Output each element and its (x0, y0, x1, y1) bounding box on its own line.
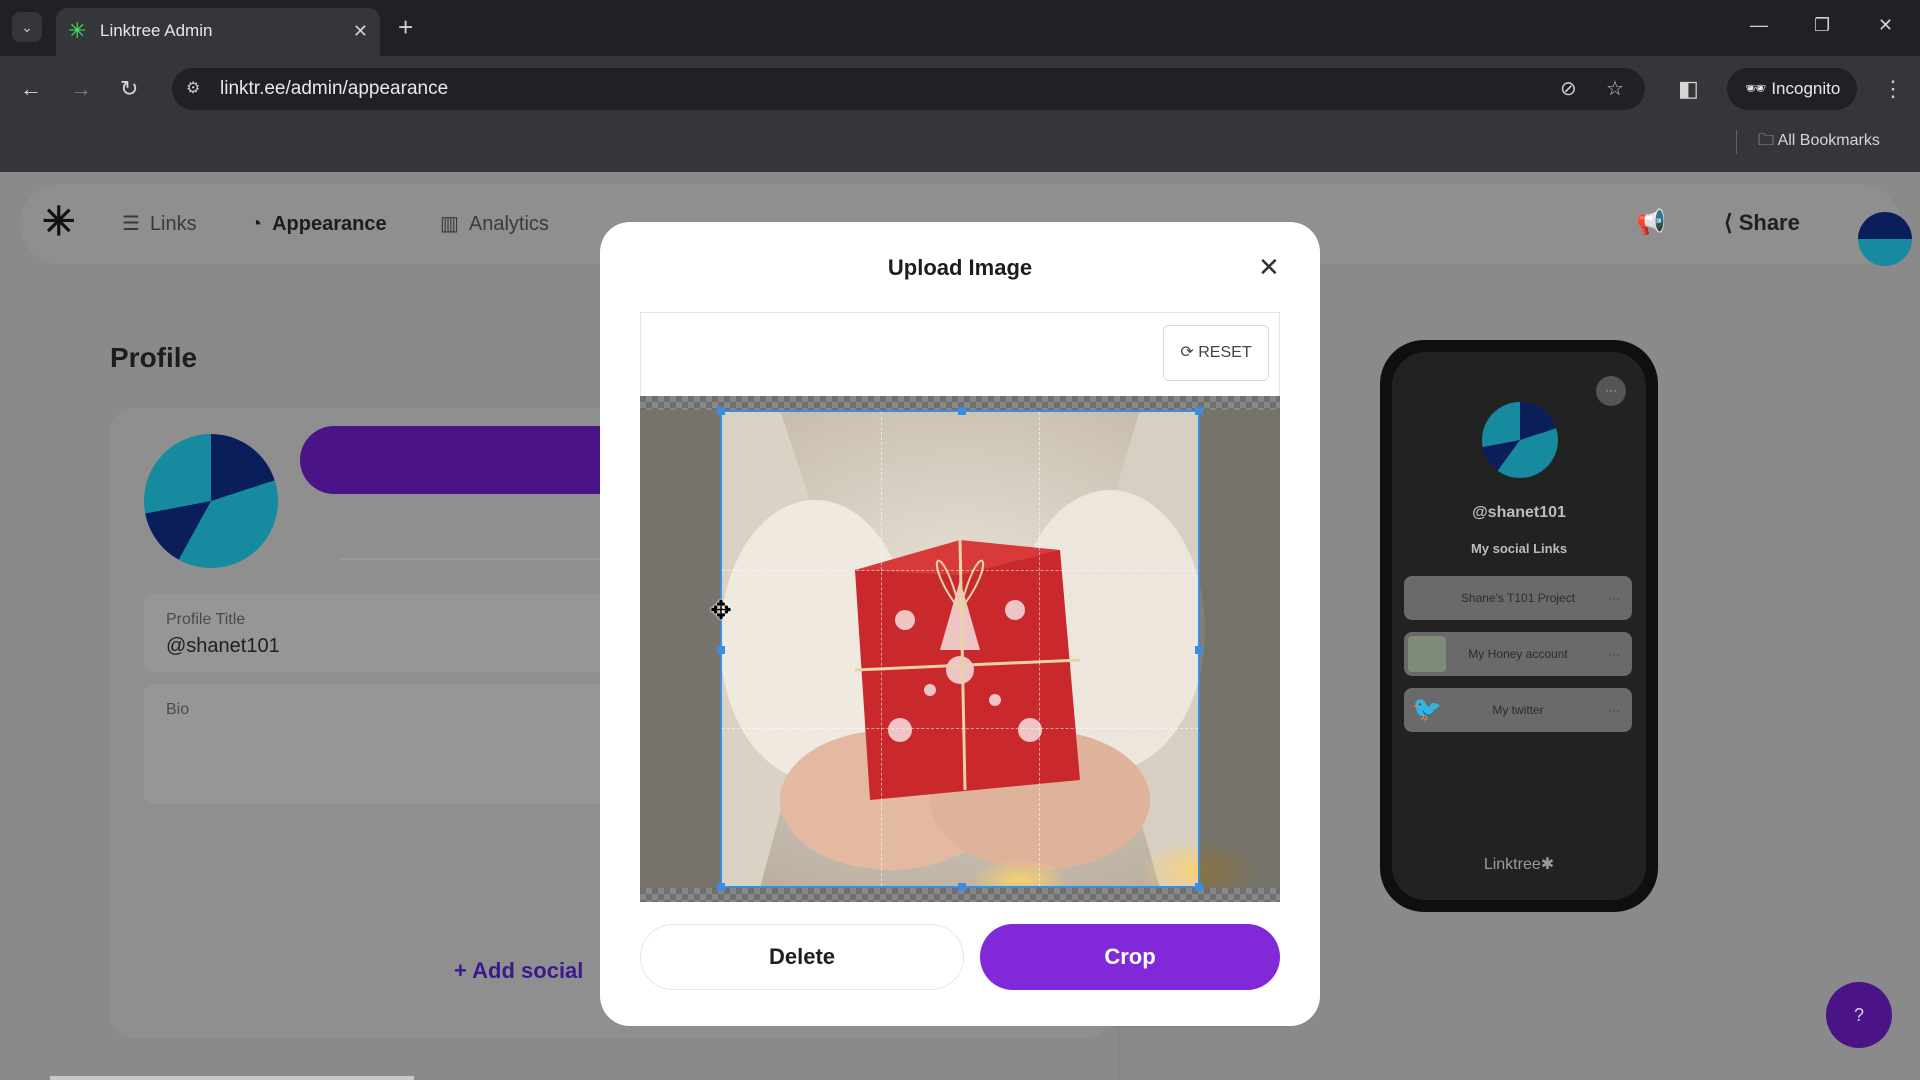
crop-handle-n[interactable] (958, 407, 966, 415)
preview-avatar (1482, 402, 1558, 478)
preview-link-label: My twitter (1492, 703, 1544, 717)
crop-guide (1039, 412, 1041, 886)
close-tab-icon[interactable]: ✕ (353, 20, 368, 42)
add-social-button[interactable]: + Add social (454, 956, 583, 986)
crop-outside-right (1200, 410, 1280, 888)
site-settings-icon[interactable]: ⚙ (186, 78, 200, 100)
crop-guide (722, 727, 1198, 729)
crop-handle-se[interactable] (1195, 883, 1203, 891)
url-text[interactable]: linktr.ee/admin/appearance (220, 78, 448, 100)
share-button[interactable]: ⟨ Share (1724, 208, 1800, 238)
linktree-asterisk-icon: ✳ (68, 18, 87, 43)
tab-title: Linktree Admin (100, 21, 213, 40)
preview-link-label: My Honey account (1468, 647, 1568, 661)
reload-icon[interactable]: ↻ (120, 76, 138, 102)
back-icon[interactable]: ← (20, 76, 42, 102)
browser-tab[interactable]: ✳ Linktree Admin ✕ (56, 8, 380, 56)
browser-menu-icon[interactable]: ⋮ (1882, 76, 1904, 102)
share-icon: ⟨ (1724, 210, 1739, 235)
forward-icon[interactable]: → (70, 76, 92, 102)
move-cursor-icon: ✥ (710, 595, 732, 625)
browser-toolbar: ← → ↻ ⚙ linktr.ee/admin/appearance ⊘ ☆ ◧… (0, 56, 1920, 172)
nav-item-label: Appearance (272, 213, 387, 235)
profile-section-title: Profile (110, 342, 198, 373)
crop-handle-w[interactable] (717, 646, 725, 654)
link-options-icon[interactable]: ··· (1608, 632, 1620, 676)
crop-handle-s[interactable] (958, 883, 966, 891)
crop-button[interactable]: Crop (980, 924, 1280, 990)
preview-link[interactable]: Shane's T101 Project ··· (1404, 576, 1632, 620)
preview-handle: @shanet101 (1472, 504, 1566, 521)
crop-toolbar: ⟳ RESET (640, 312, 1280, 396)
eye-off-icon[interactable]: ⊘ (1560, 77, 1577, 101)
phone-preview: ··· @shanet101 My social Links Shane's T… (1380, 340, 1658, 912)
crop-canvas[interactable]: ✥ (640, 396, 1280, 902)
upload-image-modal: Upload Image ✕ ⟳ RESET ✥ Delete Crop (600, 222, 1320, 1026)
refresh-icon: ⟳ (1180, 344, 1199, 361)
crop-guide (880, 412, 882, 886)
link-options-icon[interactable]: ··· (1608, 688, 1620, 732)
preview-brand: Linktree✱ (1483, 856, 1555, 873)
reset-label: RESET (1198, 344, 1252, 361)
share-label: Share (1738, 210, 1800, 235)
bio-label: Bio (166, 701, 190, 718)
phone-screen: ··· @shanet101 My social Links Shane's T… (1392, 352, 1646, 900)
page-scroll-indicator (50, 1076, 414, 1080)
bookmarks-divider (1736, 130, 1737, 154)
folder-icon: 🗀 (1758, 132, 1778, 149)
preview-link-label: Shane's T101 Project (1460, 591, 1576, 605)
plus-icon: + (454, 958, 473, 983)
profile-avatar (144, 434, 278, 568)
tab-search-button[interactable]: ⌄ (12, 12, 42, 42)
all-bookmarks-label: All Bookmarks (1777, 132, 1880, 149)
incognito-indicator[interactable]: 🕶 Incognito (1727, 68, 1857, 110)
incognito-icon: 🕶 (1745, 79, 1772, 98)
all-bookmarks[interactable]: 🗀 All Bookmarks (1758, 128, 1880, 154)
profile-title-value: @shanet101 (166, 635, 280, 657)
nav-item-links[interactable]: ☰ Links (122, 210, 197, 238)
nav-item-analytics[interactable]: ▥ Analytics (440, 210, 549, 238)
shapes-icon: ◔ (250, 213, 263, 235)
modal-title: Upload Image (887, 255, 1033, 280)
bookmark-star-icon[interactable]: ☆ (1606, 77, 1624, 101)
crop-selection-box[interactable] (717, 407, 1203, 891)
add-social-label: Add social (472, 958, 584, 983)
delete-button[interactable]: Delete (640, 924, 964, 990)
preview-subtitle: My social Links (1470, 541, 1568, 556)
crop-guide (722, 569, 1198, 571)
list-icon: ☰ (122, 213, 140, 235)
link-options-icon[interactable]: ··· (1608, 576, 1620, 620)
close-window-button[interactable]: ✕ (1878, 14, 1893, 36)
minimize-button[interactable]: — (1750, 14, 1768, 36)
crop-handle-ne[interactable] (1195, 407, 1203, 415)
close-icon[interactable]: ✕ (1258, 252, 1280, 282)
crop-handle-e[interactable] (1195, 646, 1203, 654)
more-options-icon[interactable]: ··· (1596, 376, 1626, 406)
reset-button[interactable]: ⟳ RESET (1163, 325, 1269, 381)
side-panel-icon[interactable]: ◧ (1678, 76, 1699, 102)
help-button[interactable]: ? (1826, 982, 1892, 1048)
preview-link[interactable]: My Honey account ··· (1404, 632, 1632, 676)
profile-title-label: Profile Title (166, 611, 246, 628)
preview-link[interactable]: 🐦 My twitter ··· (1404, 688, 1632, 732)
browser-tab-strip: ⌄ ✳ Linktree Admin ✕ + — ❐ ✕ (0, 0, 1920, 56)
nav-item-label: Analytics (468, 213, 549, 235)
account-avatar[interactable] (1858, 212, 1912, 266)
nav-item-appearance[interactable]: ◔ Appearance (250, 210, 387, 238)
crop-outside-left (640, 410, 720, 888)
new-tab-button[interactable]: + (398, 14, 413, 40)
nav-item-label: Links (149, 213, 197, 235)
address-bar[interactable]: ⚙ linktr.ee/admin/appearance ⊘ ☆ (172, 68, 1645, 110)
restore-button[interactable]: ❐ (1814, 14, 1830, 36)
megaphone-icon[interactable]: 📢 (1636, 208, 1666, 238)
crop-handle-sw[interactable] (717, 883, 725, 891)
linktree-logo-icon[interactable]: ✳ (42, 202, 76, 242)
crop-handle-nw[interactable] (717, 407, 725, 415)
bar-chart-icon: ▥ (440, 213, 459, 235)
incognito-label: Incognito (1771, 79, 1841, 98)
